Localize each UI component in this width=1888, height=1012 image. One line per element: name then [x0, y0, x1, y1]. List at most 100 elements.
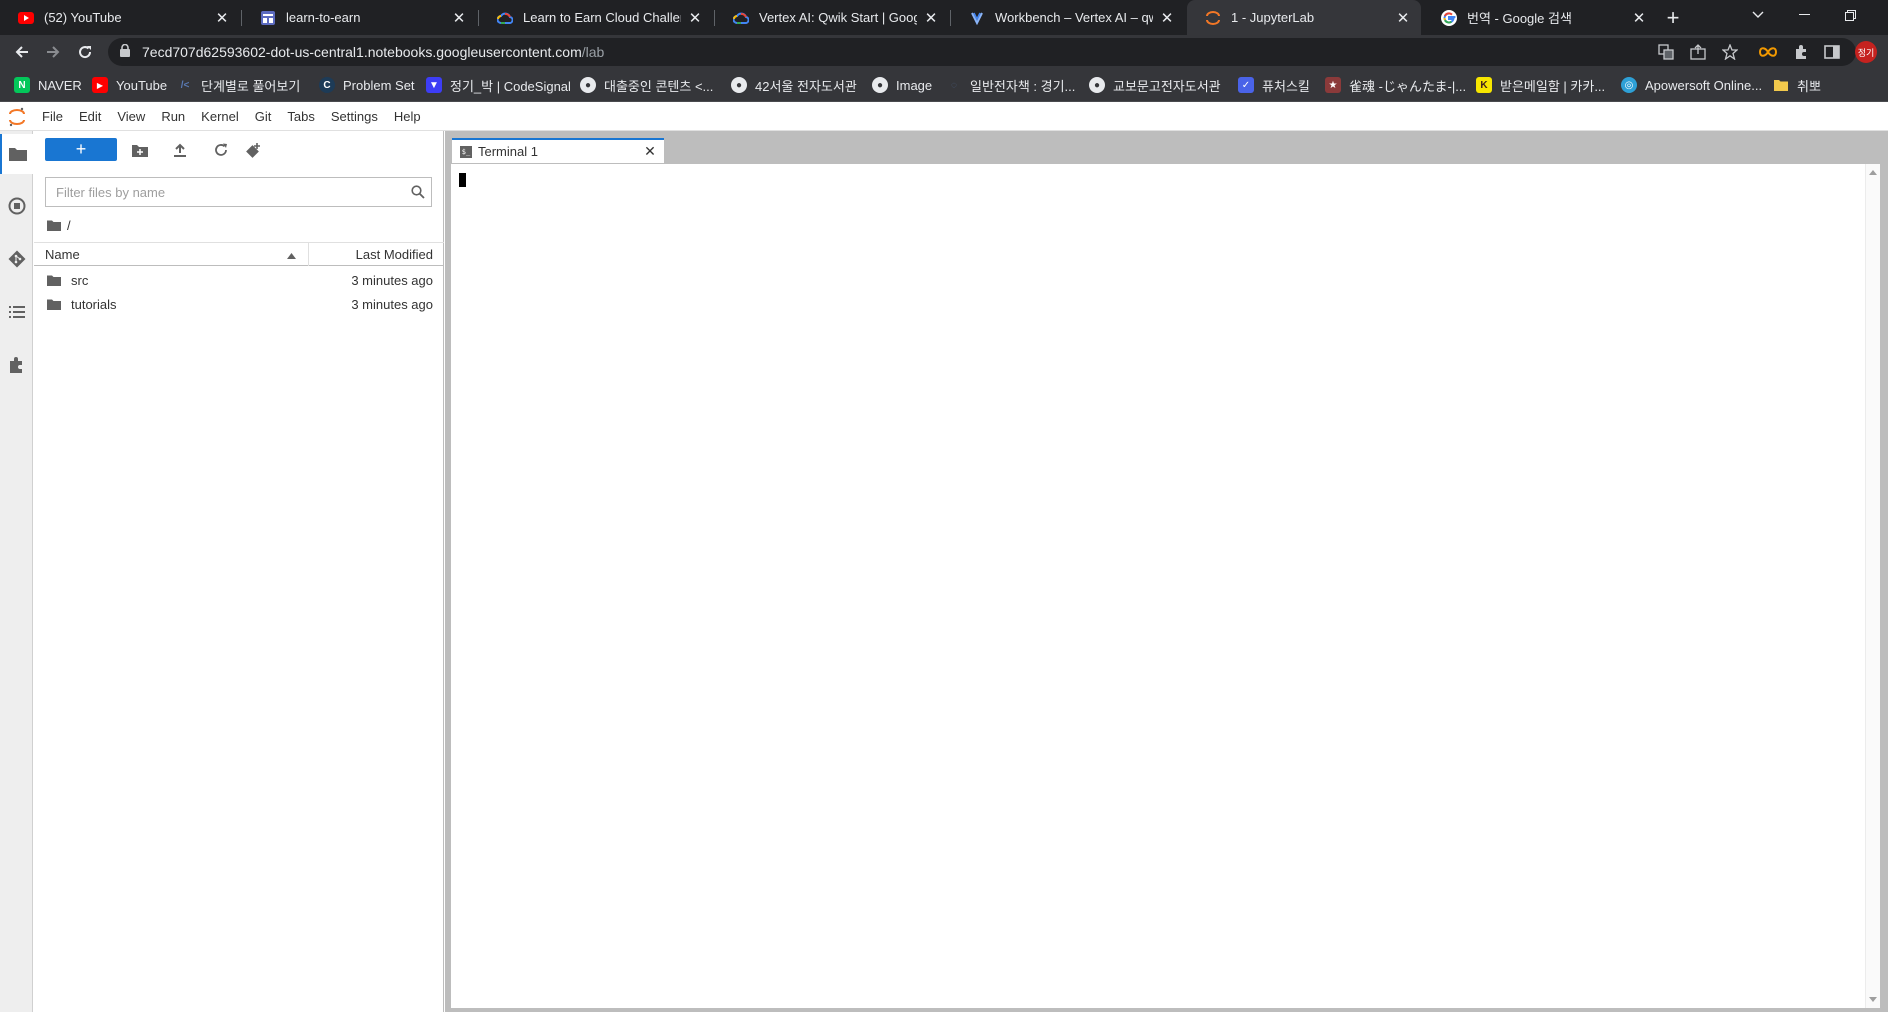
file-name: src: [71, 272, 89, 288]
left-activity-bar: [0, 131, 33, 1012]
tab-title: learn-to-earn: [286, 10, 361, 25]
bookmark-problem-set[interactable]: C Problem Set: [319, 75, 415, 95]
terminal-icon: $_: [460, 145, 472, 158]
home-folder-icon[interactable]: [47, 220, 61, 231]
breadcrumb: /: [47, 215, 71, 235]
file-filter-input[interactable]: [56, 184, 405, 200]
close-icon[interactable]: ✕: [214, 10, 230, 27]
menu-edit[interactable]: Edit: [71, 103, 109, 131]
google-icon: [1441, 9, 1457, 26]
back-button[interactable]: [9, 39, 35, 65]
close-icon[interactable]: ✕: [923, 10, 939, 27]
bookmark-image[interactable]: ● Image: [872, 75, 932, 95]
menu-settings[interactable]: Settings: [323, 103, 386, 131]
bookmark-kakao-mail[interactable]: K 받은메일함 | 카카...: [1476, 75, 1605, 95]
terminal-cursor: [459, 173, 466, 187]
bookmark-apowersoft[interactable]: ◎ Apowersoft Online...: [1621, 75, 1762, 95]
mahjong-soul-icon: ★: [1325, 77, 1341, 93]
new-launcher-button[interactable]: +: [45, 138, 117, 161]
reload-button[interactable]: [72, 39, 98, 65]
restore-button[interactable]: [1827, 0, 1873, 30]
git-clone-icon[interactable]: [242, 138, 266, 162]
folder-icon: [47, 275, 63, 286]
address-bar[interactable]: 7ecd707d62593602-dot-us-central1.noteboo…: [108, 38, 1856, 66]
translate-icon[interactable]: [1656, 42, 1676, 62]
bookmark-folder-chwippo[interactable]: 취뽀: [1773, 75, 1821, 95]
minimize-button[interactable]: [1781, 0, 1827, 30]
refresh-icon[interactable]: [209, 138, 233, 162]
menu-kernel[interactable]: Kernel: [193, 103, 247, 131]
close-icon[interactable]: ✕: [1395, 10, 1411, 27]
browser-tab-vertex-qwik-start[interactable]: Vertex AI: Qwik Start | Google C ✕: [715, 0, 949, 35]
youtube-icon: [18, 10, 34, 26]
file-filter-box[interactable]: [45, 177, 432, 207]
close-icon[interactable]: ✕: [687, 10, 703, 27]
menu-run[interactable]: Run: [153, 103, 193, 131]
new-tab-button[interactable]: +: [1660, 5, 1686, 31]
close-icon[interactable]: ✕: [1159, 10, 1175, 27]
menu-view[interactable]: View: [109, 103, 153, 131]
scroll-up-arrow-icon[interactable]: [1869, 170, 1877, 175]
browser-tab-google-translate[interactable]: 번역 - Google 검색 ✕: [1423, 0, 1657, 35]
youtube-icon: ▶: [92, 77, 108, 93]
browser-tab-learn-to-earn[interactable]: learn-to-earn ✕: [242, 0, 477, 35]
file-browser-icon[interactable]: [0, 134, 33, 174]
bookmark-futureskill[interactable]: ✓ 퓨처스킬: [1238, 75, 1310, 95]
file-list-header: Name Last Modified: [34, 242, 444, 266]
page-icon: [260, 10, 276, 26]
table-of-contents-icon[interactable]: [0, 292, 33, 332]
browser-tab-workbench[interactable]: Workbench – Vertex AI – qwikl ✕: [951, 0, 1185, 35]
close-icon[interactable]: ✕: [1631, 10, 1647, 27]
bookmark-42seoul-library[interactable]: ● 42서울 전자도서관: [731, 75, 857, 95]
menu-file[interactable]: File: [34, 103, 71, 131]
profile-avatar[interactable]: 정기: [1855, 41, 1877, 63]
extension-infinity-icon[interactable]: [1758, 42, 1778, 62]
browser-tab-learn-to-earn-challenge[interactable]: Learn to Earn Cloud Challenge ✕: [479, 0, 713, 35]
lock-icon[interactable]: [120, 43, 130, 60]
bookmark-baekjoon[interactable]: /< 단계별로 풀어보기: [177, 75, 301, 95]
side-panel-icon[interactable]: [1822, 42, 1842, 62]
baekjoon-icon: /<: [180, 79, 190, 91]
tab-terminal-1[interactable]: $_ Terminal 1 ✕: [452, 138, 664, 163]
tab-title: Workbench – Vertex AI – qwikl: [995, 10, 1153, 25]
extension-manager-icon[interactable]: [0, 345, 33, 385]
browser-tab-jupyterlab[interactable]: 1 - JupyterLab ✕: [1187, 0, 1421, 35]
globe-icon: ●: [731, 77, 747, 93]
bookmark-loan-content[interactable]: ● 대출중인 콘텐츠 <...: [580, 75, 713, 95]
column-name-header[interactable]: Name: [34, 242, 309, 266]
bookmark-naver[interactable]: N NAVER: [14, 75, 82, 95]
google-cloud-icon: [733, 10, 749, 26]
scroll-down-arrow-icon[interactable]: [1869, 997, 1877, 1002]
file-row-src[interactable]: src 3 minutes ago: [34, 268, 444, 292]
bookmark-codesignal[interactable]: ▼ 정기_박 | CodeSignal: [426, 75, 571, 95]
terminal-scrollbar[interactable]: [1865, 164, 1880, 1008]
bookmark-star-icon[interactable]: [1720, 42, 1740, 62]
column-last-modified-header[interactable]: Last Modified: [309, 247, 444, 262]
menu-tabs[interactable]: Tabs: [279, 103, 322, 131]
bookmark-youtube[interactable]: ▶ YouTube: [92, 75, 167, 95]
futureskill-icon: ✓: [1238, 77, 1254, 93]
close-icon[interactable]: ✕: [642, 143, 658, 160]
file-row-tutorials[interactable]: tutorials 3 minutes ago: [34, 292, 444, 316]
running-sessions-icon[interactable]: [0, 186, 33, 226]
git-icon[interactable]: [0, 239, 33, 279]
tab-search-icon[interactable]: [1735, 0, 1781, 30]
folder-icon: [47, 299, 63, 310]
breadcrumb-root[interactable]: /: [67, 218, 71, 233]
menu-help[interactable]: Help: [386, 103, 429, 131]
terminal-panel[interactable]: [450, 163, 1881, 1009]
share-icon[interactable]: [1688, 42, 1708, 62]
bookmark-mahjong-soul[interactable]: ★ 雀魂 -じゃんたま-|...: [1325, 75, 1466, 95]
bookmark-general-ebook[interactable]: ◌ 일반전자책 : 경기...: [946, 75, 1075, 95]
codesignal-icon: C: [319, 77, 335, 93]
url-text: 7ecd707d62593602-dot-us-central1.noteboo…: [142, 44, 605, 60]
forward-button[interactable]: [40, 39, 66, 65]
browser-tab-youtube[interactable]: (52) YouTube ✕: [0, 0, 240, 35]
extensions-icon[interactable]: [1791, 42, 1811, 62]
menu-git[interactable]: Git: [247, 103, 280, 131]
new-folder-icon[interactable]: [128, 138, 152, 162]
upload-icon[interactable]: [168, 138, 192, 162]
tab-title: Vertex AI: Qwik Start | Google C: [759, 10, 917, 25]
bookmark-kyobo-library[interactable]: ● 교보문고전자도서관: [1089, 75, 1221, 95]
close-icon[interactable]: ✕: [451, 10, 467, 27]
